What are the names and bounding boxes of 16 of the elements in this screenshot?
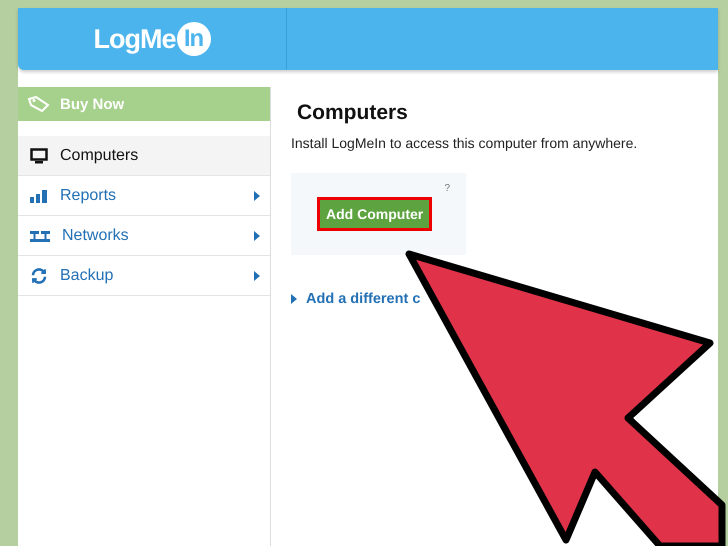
monitor-icon — [30, 148, 48, 164]
add-computer-button[interactable]: Add Computer — [317, 197, 432, 231]
page-title: Computers — [297, 101, 408, 125]
caret-icon — [254, 230, 260, 240]
caret-icon — [254, 270, 260, 280]
network-icon — [30, 230, 50, 242]
add-different-link[interactable]: Add a different c — [291, 291, 420, 307]
sidebar-item[interactable]: Computers — [18, 136, 270, 176]
logo: LogMe In — [94, 22, 210, 56]
bar-chart-icon — [30, 188, 48, 202]
description: Install LogMeIn to access this computer from anywhere. — [291, 135, 638, 151]
tag-icon — [28, 96, 50, 112]
help-mark[interactable]: ? — [444, 183, 450, 194]
sync-icon — [30, 266, 48, 284]
caret-icon — [254, 190, 260, 200]
caret-icon — [291, 294, 297, 304]
